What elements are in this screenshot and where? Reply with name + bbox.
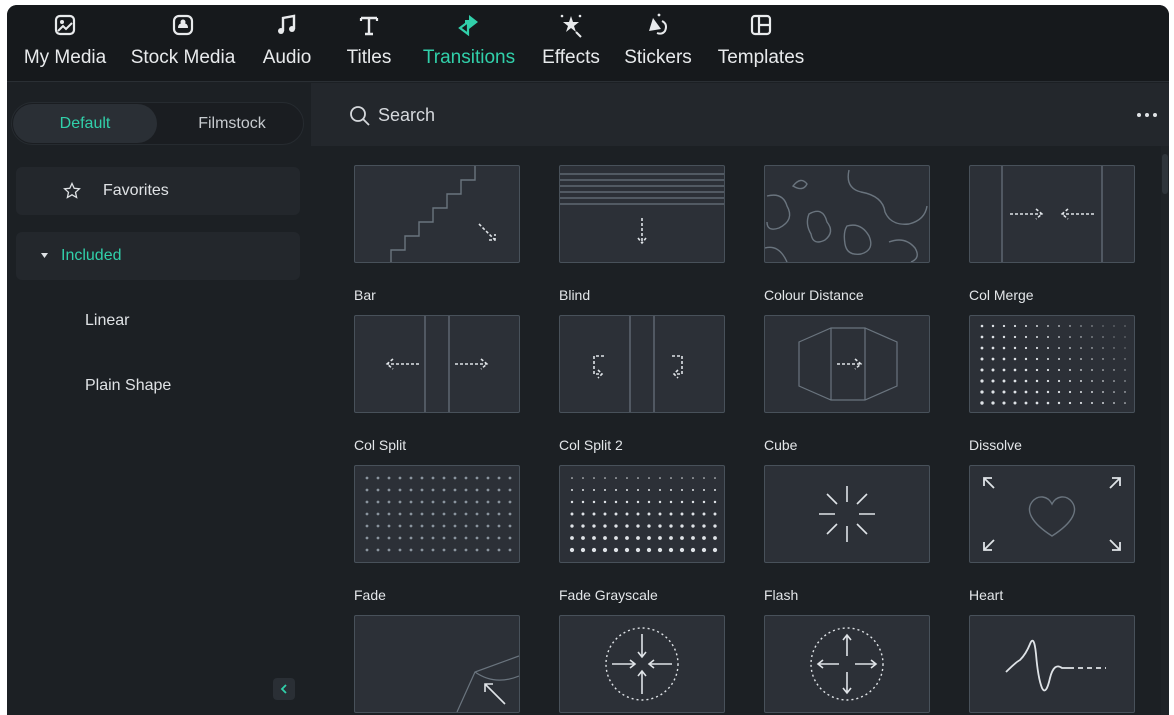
transition-label: Fade [354, 587, 386, 603]
search-bar: Search [311, 83, 1169, 146]
circle-out-transition-icon [810, 627, 884, 701]
thumbnail [764, 165, 930, 263]
tab-label: Audio [262, 47, 312, 68]
segmented-control: Default Filmstock [11, 102, 304, 145]
tab-label: Stock Media [130, 47, 236, 68]
collapse-sidebar-button[interactable] [273, 678, 295, 700]
bar-transition-icon [390, 166, 496, 262]
sidebar-item-label: Included [61, 247, 122, 264]
search-icon [350, 106, 370, 126]
music-note-icon [278, 14, 296, 34]
wave-transition-icon [1005, 639, 1106, 692]
caret-down-icon [41, 253, 48, 258]
tab-stickers[interactable]: Stickers [621, 12, 695, 78]
tab-label: Transitions [422, 47, 516, 68]
segment-filmstock[interactable]: Filmstock [162, 104, 302, 143]
col-merge-transition-icon [1001, 166, 1103, 262]
stickers-icon [649, 13, 667, 35]
transitions-grid: Bar Blind Colour Distance Col Merge Col … [311, 146, 1169, 715]
flash-transition-icon [819, 486, 875, 542]
col-split-2-transition-icon [593, 316, 683, 412]
thumbnail [559, 615, 725, 713]
tab-label: Templates [717, 47, 805, 68]
transition-label: Colour Distance [764, 287, 864, 303]
transition-label: Cube [764, 437, 798, 453]
effects-wand-icon [560, 14, 582, 38]
transitions-icon [458, 15, 478, 37]
tab-titles[interactable]: Titles [343, 12, 395, 78]
search-input[interactable]: Search [378, 105, 435, 126]
tab-label: Titles [346, 47, 392, 68]
thumbnail [969, 465, 1135, 563]
my-media-icon [54, 14, 76, 36]
thumbnail [764, 615, 930, 713]
fade-grayscale-transition-icon [569, 477, 718, 553]
dissolve-transition-icon [980, 324, 1126, 405]
sidebar-item-included[interactable]: Included [16, 232, 300, 280]
cube-transition-icon [798, 327, 898, 401]
top-toolbar: My Media Stock Media Audio Titles Transi… [7, 5, 1169, 82]
thumbnail [969, 165, 1135, 263]
tab-transitions[interactable]: Transitions [419, 12, 519, 78]
thumbnail [559, 465, 725, 563]
circle-in-transition-icon [605, 627, 679, 701]
tab-label: Stickers [624, 47, 692, 68]
sidebar-item-linear[interactable]: Linear [16, 297, 300, 345]
transition-label: Dissolve [969, 437, 1022, 453]
tab-my-media[interactable]: My Media [21, 12, 109, 78]
transition-label: Heart [969, 587, 1004, 603]
stock-media-icon [172, 14, 194, 36]
left-panel: Default Filmstock Favorites Included Lin… [7, 83, 311, 715]
transition-label: Col Split 2 [559, 437, 623, 453]
thumbnail [354, 615, 520, 713]
thumbnail [764, 465, 930, 563]
thumbnail [764, 315, 930, 413]
sidebar-item-label: Linear [85, 312, 130, 329]
transition-label: Bar [354, 287, 376, 303]
sidebar-item-plain-shape[interactable]: Plain Shape [16, 362, 300, 410]
tab-audio[interactable]: Audio [261, 12, 313, 78]
segment-default[interactable]: Default [13, 104, 157, 143]
transition-label: Fade Grayscale [559, 587, 658, 603]
thumbnail [354, 315, 520, 413]
fade-transition-icon [365, 476, 512, 552]
transition-label: Blind [559, 287, 591, 303]
thumbnail [559, 165, 725, 263]
thumbnail [559, 315, 725, 413]
star-icon [63, 182, 81, 199]
transition-label: Col Merge [969, 287, 1034, 303]
thumbnail [354, 165, 520, 263]
templates-icon [750, 14, 772, 36]
thumbnail [969, 315, 1135, 413]
transition-label: Flash [764, 587, 799, 603]
tab-templates[interactable]: Templates [715, 12, 807, 78]
more-options-icon[interactable] [1135, 111, 1159, 119]
title-t-icon [359, 16, 379, 36]
transition-label: Col Split [354, 437, 407, 453]
heart-transition-icon [983, 477, 1121, 551]
tab-stock-media[interactable]: Stock Media [127, 12, 239, 78]
tab-label: Effects [542, 47, 600, 68]
page-curl-transition-icon [456, 655, 519, 712]
col-split-transition-icon [385, 316, 489, 412]
thumbnail [354, 465, 520, 563]
scrollbar-thumb[interactable] [1162, 154, 1168, 194]
scrollbar[interactable] [1161, 146, 1169, 715]
chevron-left-icon [280, 684, 287, 694]
tab-effects[interactable]: Effects [537, 12, 605, 78]
sidebar-item-favorites[interactable]: Favorites [16, 167, 300, 215]
blind-transition-icon [560, 173, 724, 245]
colour-distance-transition-icon [765, 169, 928, 262]
tab-label: My Media [23, 47, 107, 68]
app-window: My Media Stock Media Audio Titles Transi… [7, 5, 1169, 715]
sidebar-item-label: Plain Shape [85, 377, 172, 394]
sidebar-item-label: Favorites [103, 182, 169, 199]
thumbnail [969, 615, 1135, 713]
